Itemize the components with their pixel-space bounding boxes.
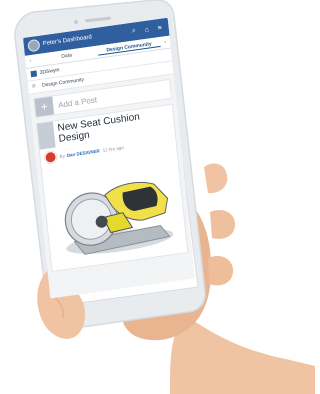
app-icon	[30, 70, 38, 78]
menu-icon[interactable]: ≡	[32, 83, 40, 90]
post-by-label: By	[59, 152, 66, 159]
user-avatar[interactable]	[27, 38, 41, 53]
tag-icon[interactable]: ⌂	[141, 24, 152, 35]
chevron-right-icon[interactable]: ›	[160, 39, 171, 46]
author-avatar[interactable]	[44, 150, 58, 165]
breadcrumb-label[interactable]: 3DSwym	[39, 67, 59, 76]
post-author[interactable]: Dan DESIGNER	[66, 148, 99, 158]
search-icon[interactable]: ⌕	[128, 26, 139, 37]
phone-scene: Peter's Dashboard ⌕ ⌂ ≡ ‹ Data Design Co…	[0, 0, 315, 394]
chevron-left-icon[interactable]: ‹	[25, 57, 36, 64]
community-name: Design Community	[41, 76, 85, 89]
menu-icon[interactable]: ≡	[154, 22, 165, 33]
add-post-placeholder: Add a Post	[57, 94, 98, 110]
post-time: 12 hrs ago	[102, 144, 125, 153]
phone-screen: Peter's Dashboard ⌕ ⌂ ≡ ‹ Data Design Co…	[23, 17, 196, 299]
post-image-saw[interactable]	[42, 149, 187, 267]
plus-icon[interactable]: +	[34, 96, 55, 117]
post-card[interactable]: New Seat Cushion Design By Dan DESIGNER …	[35, 103, 189, 273]
